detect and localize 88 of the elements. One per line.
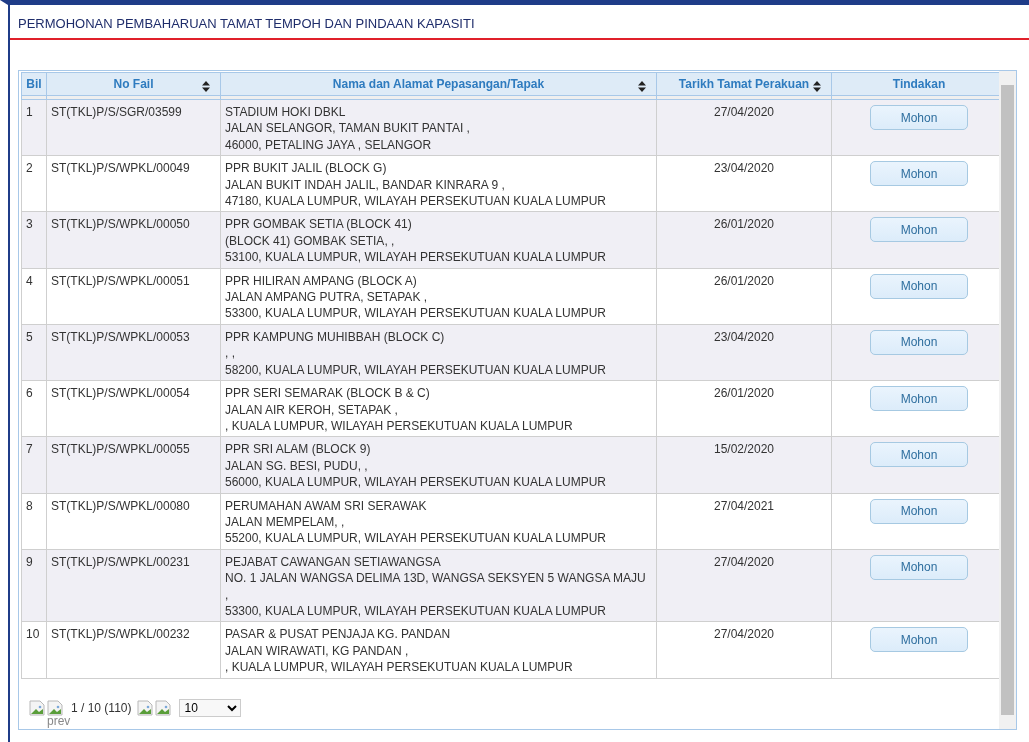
file-number: ST(TKL)P/S/WPKL/00051 <box>51 273 190 288</box>
expiry-date: 27/04/2021 <box>713 498 775 513</box>
address-line: 53100, KUALA LUMPUR, WILAYAH PERSEKUTUAN KUALA LUMPUR <box>225 249 607 266</box>
address-line: 58200, KUALA LUMPUR, WILAYAH PERSEKUTUAN KUALA LUMPUR <box>225 361 607 379</box>
column-header: Bil <box>21 72 47 96</box>
address-line: 56000, KUALA LUMPUR, WILAYAH PERSEKUTUAN KUALA LUMPUR <box>225 474 607 491</box>
sort-icon[interactable] <box>638 81 646 92</box>
address-line: , , <box>225 345 236 362</box>
apply-button[interactable]: Mohon <box>870 161 968 187</box>
row-number: 7 <box>26 442 33 457</box>
file-number: ST(TKL)P/S/WPKL/00054 <box>51 386 190 401</box>
expiry-date: 26/01/2020 <box>713 386 775 401</box>
column-header: Tindakan <box>831 72 999 96</box>
address-line: PPR HILIRAN AMPANG (BLOCK A) <box>225 272 418 290</box>
address-line: JALAN SELANGOR, TAMAN BUKIT PANTAI , <box>225 120 471 137</box>
file-number: ST(TKL)P/S/WPKL/00080 <box>51 498 190 513</box>
file-number: ST(TKL)P/S/WPKL/00053 <box>51 329 190 344</box>
apply-button[interactable]: Mohon <box>870 554 968 580</box>
row-number: 6 <box>26 386 33 401</box>
expiry-date: 27/04/2020 <box>713 627 775 642</box>
scrollbar[interactable] <box>999 71 1016 729</box>
address-line: PPR BUKIT JALIL (BLOCK G) <box>225 160 388 177</box>
address-line: JALAN SG. BESI, PUDU, , <box>225 457 369 475</box>
expiry-date: 15/02/2020 <box>713 442 775 457</box>
row-number: 4 <box>26 273 33 288</box>
column-header[interactable]: Tarikh Tamat Perakuan <box>656 72 832 96</box>
address-line: JALAN WIRAWATI, KG PANDAN , <box>225 642 410 660</box>
address-line: JALAN BUKIT INDAH JALIL, BANDAR KINRARA 9 , <box>225 176 506 194</box>
apply-button[interactable]: Mohon <box>870 442 968 468</box>
sort-icon[interactable] <box>813 81 821 92</box>
address-line: JALAN MEMPELAM, , <box>225 513 346 531</box>
column-header[interactable]: Nama dan Alamat Pepasangan/Tapak <box>220 72 657 96</box>
row-number: 9 <box>26 554 33 569</box>
file-number: ST(TKL)P/S/SGR/03599 <box>51 105 182 119</box>
address-line: PPR SERI SEMARAK (BLOCK B & C) <box>225 385 431 402</box>
address-line: , <box>225 586 230 603</box>
row-number: 5 <box>26 329 33 344</box>
broken-image-icon[interactable] <box>29 699 45 716</box>
address-line: JALAN AIR KEROH, SETAPAK , <box>225 401 399 418</box>
image-alt-text: prev <box>47 713 71 728</box>
broken-image-icon[interactable] <box>137 699 154 716</box>
address-line: PPR KAMPUNG MUHIBBAH (BLOCK C) <box>225 328 446 346</box>
column-header[interactable]: No Fail <box>46 72 221 96</box>
expiry-date: 23/04/2020 <box>713 161 775 176</box>
expiry-date: 27/04/2020 <box>713 554 775 569</box>
expiry-date: 27/04/2020 <box>713 105 775 119</box>
address-line: STADIUM HOKI DBKL <box>225 104 347 121</box>
address-line: 46000, PETALING JAYA , SELANGOR <box>225 136 433 154</box>
apply-button[interactable]: Mohon <box>870 498 968 524</box>
expiry-date: 23/04/2020 <box>713 329 775 344</box>
address-line: (BLOCK 41) GOMBAK SETIA, , <box>225 232 396 250</box>
file-number: ST(TKL)P/S/WPKL/00050 <box>51 217 190 232</box>
row-number: 2 <box>26 161 33 176</box>
page-info: 1 / 10 (110) <box>71 700 132 715</box>
address-line: PERUMAHAN AWAM SRI SERAWAK <box>225 497 428 514</box>
broken-image-icon[interactable] <box>155 699 172 716</box>
page-title: PERMOHONAN PEMBAHARUAN TAMAT TEMPOH DAN PINDAAN KAPASITI <box>10 5 1029 40</box>
address-line: 53300, KUALA LUMPUR, WILAYAH PERSEKUTUAN KUALA LUMPUR <box>225 305 607 322</box>
address-line: JALAN AMPANG PUTRA, SETAPAK , <box>225 289 429 306</box>
apply-button[interactable]: Mohon <box>870 386 968 412</box>
address-line: PEJABAT CAWANGAN SETIAWANGSA <box>225 553 442 571</box>
address-line: 47180, KUALA LUMPUR, WILAYAH PERSEKUTUAN KUALA LUMPUR <box>225 193 607 210</box>
apply-button[interactable]: Mohon <box>870 273 968 299</box>
address-line: PPR SRI ALAM (BLOCK 9) <box>225 441 372 458</box>
address-line: PASAR & PUSAT PENJAJA KG. PANDAN <box>225 626 452 643</box>
address-line: , KUALA LUMPUR, WILAYAH PERSEKUTUAN KUALA LUMPUR <box>225 659 574 676</box>
file-number: ST(TKL)P/S/WPKL/00055 <box>51 442 190 457</box>
apply-button[interactable]: Mohon <box>870 329 968 355</box>
row-number: 8 <box>26 498 33 513</box>
sort-icon[interactable] <box>202 81 210 92</box>
broken-image-icon[interactable] <box>47 699 63 716</box>
address-line: 53300, KUALA LUMPUR, WILAYAH PERSEKUTUAN KUALA LUMPUR <box>225 602 607 620</box>
address-line: PPR GOMBAK SETIA (BLOCK 41) <box>225 216 413 233</box>
apply-button[interactable]: Mohon <box>870 217 968 243</box>
apply-button[interactable]: Mohon <box>870 105 968 130</box>
expiry-date: 26/01/2020 <box>713 217 775 232</box>
file-number: ST(TKL)P/S/WPKL/00232 <box>51 627 190 642</box>
file-number: ST(TKL)P/S/WPKL/00231 <box>51 554 190 569</box>
address-line: , KUALA LUMPUR, WILAYAH PERSEKUTUAN KUALA LUMPUR <box>225 417 574 435</box>
row-number: 3 <box>26 217 33 232</box>
row-number: 10 <box>26 627 40 642</box>
apply-button[interactable]: Mohon <box>870 627 968 653</box>
page-size-select[interactable]: 10 <box>179 698 242 717</box>
row-number: 1 <box>26 105 33 119</box>
address-line: NO. 1 JALAN WANGSA DELIMA 13D, WANGSA SEKSYEN 5 WANGSA MAJU <box>225 570 647 587</box>
expiry-date: 26/01/2020 <box>713 273 775 288</box>
address-line: 55200, KUALA LUMPUR, WILAYAH PERSEKUTUAN KUALA LUMPUR <box>225 530 607 547</box>
file-number: ST(TKL)P/S/WPKL/00049 <box>51 161 190 176</box>
